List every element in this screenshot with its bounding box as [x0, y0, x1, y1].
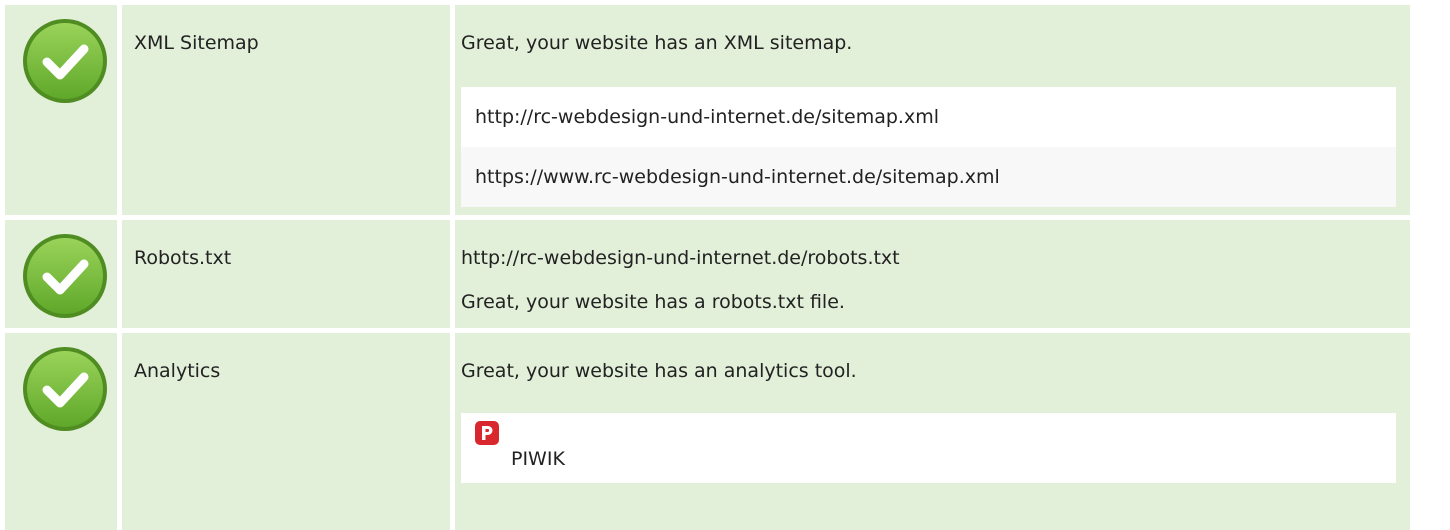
check-label: Analytics [134, 360, 221, 382]
sitemap-url: https://www.rc-webdesign-und-internet.de… [475, 166, 1000, 188]
check-content-cell: http://rc-webdesign-und-internet.de/robo… [455, 220, 1410, 328]
check-label: Robots.txt [134, 247, 232, 269]
check-content-cell: Great, your website has an XML sitemap. … [455, 5, 1410, 215]
analytics-tool-name: PIWIK [511, 448, 565, 470]
check-message: Great, your website has an analytics too… [461, 360, 857, 382]
check-label: XML Sitemap [134, 32, 259, 54]
status-cell [5, 5, 117, 215]
status-cell [5, 220, 117, 328]
analytics-tool-list: PIWIK [461, 413, 1396, 483]
check-message: Great, your website has an XML sitemap. [461, 32, 853, 54]
status-cell [5, 333, 117, 530]
check-circle-icon [23, 234, 107, 318]
check-content-cell: Great, your website has an analytics too… [455, 333, 1410, 530]
sitemap-url-item[interactable]: http://rc-webdesign-und-internet.de/site… [461, 87, 1396, 147]
sitemap-url: http://rc-webdesign-und-internet.de/site… [475, 106, 939, 128]
sitemap-url-item[interactable]: https://www.rc-webdesign-und-internet.de… [461, 147, 1396, 207]
check-label-cell: Analytics [122, 333, 450, 530]
check-circle-icon [23, 347, 107, 431]
sitemap-url-list: http://rc-webdesign-und-internet.de/site… [461, 87, 1396, 207]
check-message: Great, your website has a robots.txt fil… [461, 291, 845, 313]
seo-report-checks: XML Sitemap Great, your website has an X… [0, 0, 1450, 530]
robots-url[interactable]: http://rc-webdesign-und-internet.de/robo… [461, 246, 900, 270]
check-row-analytics: Analytics Great, your website has an ana… [0, 333, 1450, 530]
piwik-logo-icon [475, 421, 499, 445]
check-row-robots-txt: Robots.txt http://rc-webdesign-und-inter… [0, 220, 1450, 328]
check-label-cell: Robots.txt [122, 220, 450, 328]
check-row-xml-sitemap: XML Sitemap Great, your website has an X… [0, 5, 1450, 215]
check-label-cell: XML Sitemap [122, 5, 450, 215]
check-circle-icon [23, 19, 107, 103]
